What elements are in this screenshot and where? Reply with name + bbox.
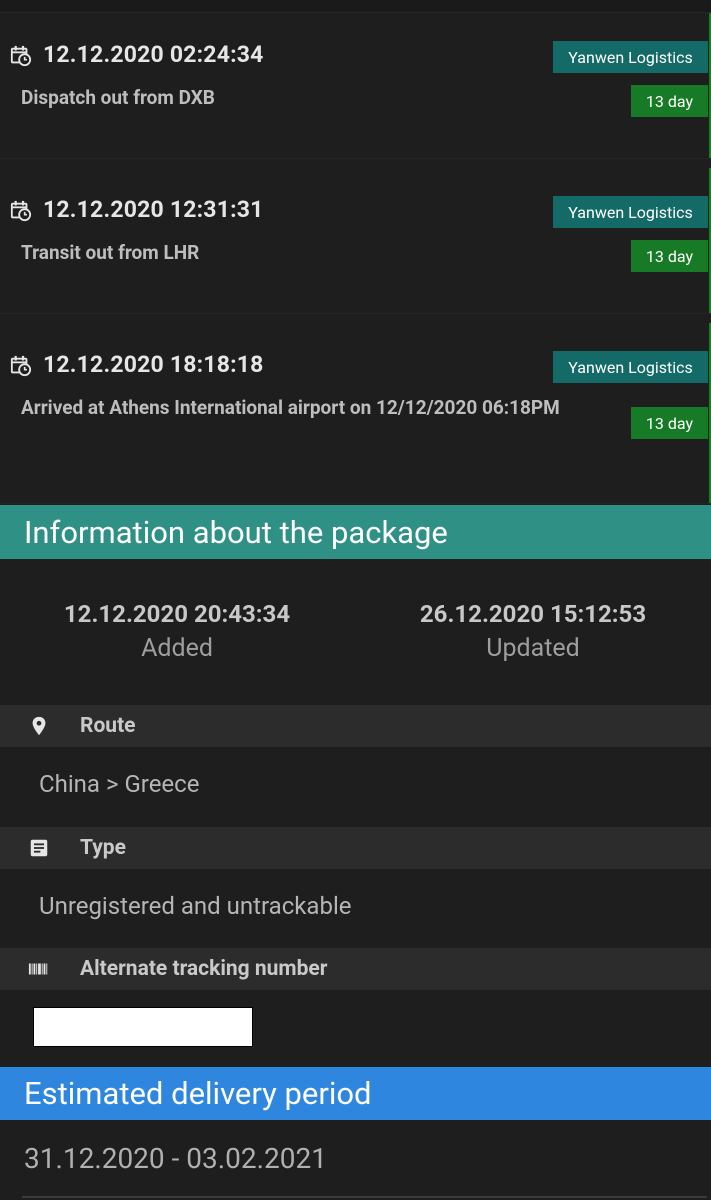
added-block: 12.12.2020 20:43:34 Added [27, 600, 327, 663]
calendar-clock-icon [10, 355, 32, 377]
event-description: Dispatch out from DXB [21, 86, 215, 109]
type-header: Type [0, 827, 711, 869]
tracking-event: 12.12.2020 02:24:34 Dispatch out from DX… [0, 13, 711, 159]
days-badge: 13 day [631, 407, 708, 439]
calendar-clock-icon [10, 45, 32, 67]
event-description: Arrived at Athens International airport … [21, 396, 560, 419]
tracking-event: 12.12.2020 18:18:18 Arrived at Athens In… [0, 323, 711, 504]
alternate-label: Alternate tracking number [80, 957, 328, 981]
carrier-badge: Yanwen Logistics [553, 196, 708, 228]
tracking-event: 12.12.2020 12:31:31 Transit out from LHR… [0, 168, 711, 314]
type-label: Type [80, 836, 126, 860]
event-date: 12.12.2020 18:18:18 [43, 351, 264, 378]
added-label: Added [141, 634, 213, 663]
barcode-icon [28, 963, 48, 975]
updated-label: Updated [486, 634, 580, 663]
route-header: Route [0, 705, 711, 747]
days-badge: 13 day [631, 85, 708, 117]
delivery-period: 31.12.2020 - 03.02.2021 [24, 1142, 327, 1175]
alternate-tracking-number [33, 1007, 253, 1047]
location-pin-icon [32, 716, 46, 736]
event-date: 12.12.2020 02:24:34 [43, 41, 264, 68]
bottom-divider [22, 1196, 707, 1198]
carrier-badge: Yanwen Logistics [553, 41, 708, 73]
event-description: Transit out from LHR [21, 241, 200, 264]
alternate-header: Alternate tracking number [0, 948, 711, 990]
added-date: 12.12.2020 20:43:34 [63, 600, 291, 628]
delivery-header: Estimated delivery period [0, 1067, 711, 1120]
package-dates: 12.12.2020 20:43:34 Added 26.12.2020 15:… [0, 560, 711, 704]
days-badge: 13 day [631, 240, 708, 272]
document-icon [30, 839, 48, 857]
updated-date: 26.12.2020 15:12:53 [419, 600, 647, 628]
route-value: China > Greece [39, 770, 200, 798]
calendar-clock-icon [10, 200, 32, 222]
carrier-badge: Yanwen Logistics [553, 351, 708, 383]
package-info-header: Information about the package [0, 505, 711, 559]
event-date: 12.12.2020 12:31:31 [43, 196, 264, 223]
route-label: Route [80, 714, 136, 738]
updated-block: 26.12.2020 15:12:53 Updated [383, 600, 683, 663]
top-divider [0, 0, 711, 13]
type-value: Unregistered and untrackable [39, 892, 352, 920]
